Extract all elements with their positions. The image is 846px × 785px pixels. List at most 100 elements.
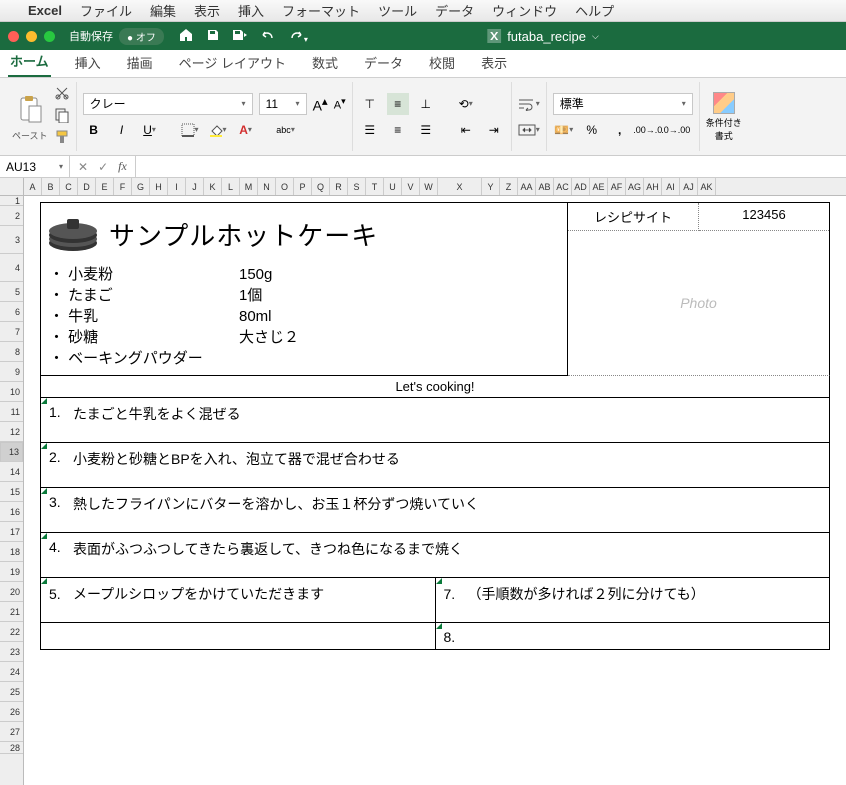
close-button[interactable] (8, 31, 19, 42)
row-header-11[interactable]: 11 (0, 402, 23, 422)
col-header-AD[interactable]: AD (572, 178, 590, 195)
currency-icon[interactable]: 💴▾ (553, 119, 575, 141)
enter-formula-icon[interactable]: ✓ (98, 160, 108, 174)
orientation-icon[interactable]: ⟲▾ (455, 93, 477, 115)
indent-increase-icon[interactable]: ⇥ (483, 119, 505, 141)
col-header-V[interactable]: V (402, 178, 420, 195)
col-header-AA[interactable]: AA (518, 178, 536, 195)
row-header-9[interactable]: 9 (0, 362, 23, 382)
row-header-10[interactable]: 10 (0, 382, 23, 402)
font-color-button[interactable]: A▾ (235, 119, 257, 141)
col-header-J[interactable]: J (186, 178, 204, 195)
row-header-6[interactable]: 6 (0, 302, 23, 322)
tab-data[interactable]: データ (362, 49, 405, 77)
col-header-B[interactable]: B (42, 178, 60, 195)
row-header-4[interactable]: 4 (0, 254, 23, 282)
merge-cells-icon[interactable]: ▾ (518, 119, 540, 141)
row-header-2[interactable]: 2 (0, 206, 23, 226)
menu-help[interactable]: ヘルプ (575, 1, 614, 20)
autosave-toggle[interactable]: 自動保存 ● オフ (69, 28, 164, 45)
indent-decrease-icon[interactable]: ⇤ (455, 119, 477, 141)
row-header-23[interactable]: 23 (0, 642, 23, 662)
col-header-AH[interactable]: AH (644, 178, 662, 195)
row-header-19[interactable]: 19 (0, 562, 23, 582)
row-header-27[interactable]: 27 (0, 722, 23, 742)
row-header-21[interactable]: 21 (0, 602, 23, 622)
menu-data[interactable]: データ (435, 1, 474, 20)
tab-draw[interactable]: 描画 (125, 49, 155, 77)
menu-file[interactable]: ファイル (80, 1, 132, 20)
row-header-24[interactable]: 24 (0, 662, 23, 682)
document-title[interactable]: futaba_recipe ⌵ (247, 29, 599, 44)
minimize-button[interactable] (26, 31, 37, 42)
italic-button[interactable]: I (111, 119, 133, 141)
fill-color-button[interactable]: ▾ (207, 119, 229, 141)
col-header-K[interactable]: K (204, 178, 222, 195)
col-header-S[interactable]: S (348, 178, 366, 195)
cancel-formula-icon[interactable]: ✕ (78, 160, 88, 174)
row-header-13[interactable]: 13 (0, 442, 23, 462)
row-header-7[interactable]: 7 (0, 322, 23, 342)
home-icon[interactable] (178, 27, 194, 46)
font-size-select[interactable]: 11▾ (259, 93, 307, 115)
zoom-button[interactable] (44, 31, 55, 42)
col-header-AJ[interactable]: AJ (680, 178, 698, 195)
col-header-AF[interactable]: AF (608, 178, 626, 195)
align-middle-icon[interactable]: ≡ (387, 93, 409, 115)
col-header-I[interactable]: I (168, 178, 186, 195)
col-header-E[interactable]: E (96, 178, 114, 195)
menu-tools[interactable]: ツール (378, 1, 417, 20)
save-icon[interactable] (206, 28, 220, 45)
col-header-N[interactable]: N (258, 178, 276, 195)
col-header-AG[interactable]: AG (626, 178, 644, 195)
menu-format[interactable]: フォーマット (282, 1, 360, 20)
menu-insert[interactable]: 挿入 (238, 1, 264, 20)
col-header-AB[interactable]: AB (536, 178, 554, 195)
cut-icon[interactable] (54, 85, 70, 104)
align-left-icon[interactable]: ☰ (359, 119, 381, 141)
select-all-corner[interactable] (0, 178, 24, 195)
wrap-text-icon[interactable]: ▾ (518, 93, 540, 115)
col-header-L[interactable]: L (222, 178, 240, 195)
comma-icon[interactable]: , (609, 119, 631, 141)
col-header-H[interactable]: H (150, 178, 168, 195)
tab-home[interactable]: ホーム (8, 47, 51, 77)
bold-button[interactable]: B (83, 119, 105, 141)
format-painter-icon[interactable] (54, 129, 70, 148)
col-header-Z[interactable]: Z (500, 178, 518, 195)
col-header-AI[interactable]: AI (662, 178, 680, 195)
col-header-O[interactable]: O (276, 178, 294, 195)
row-header-8[interactable]: 8 (0, 342, 23, 362)
row-header-25[interactable]: 25 (0, 682, 23, 702)
row-header-3[interactable]: 3 (0, 226, 23, 254)
col-header-AK[interactable]: AK (698, 178, 716, 195)
font-name-select[interactable]: クレー▾ (83, 93, 253, 115)
col-header-C[interactable]: C (60, 178, 78, 195)
row-header-1[interactable]: 1 (0, 196, 23, 206)
conditional-formatting-button[interactable]: 条件付き 書式 (706, 92, 742, 142)
col-header-U[interactable]: U (384, 178, 402, 195)
percent-icon[interactable]: % (581, 119, 603, 141)
col-header-W[interactable]: W (420, 178, 438, 195)
menu-view[interactable]: 表示 (194, 1, 220, 20)
row-header-5[interactable]: 5 (0, 282, 23, 302)
col-header-Y[interactable]: Y (482, 178, 500, 195)
row-header-16[interactable]: 16 (0, 502, 23, 522)
row-header-22[interactable]: 22 (0, 622, 23, 642)
col-header-R[interactable]: R (330, 178, 348, 195)
menu-edit[interactable]: 編集 (150, 1, 176, 20)
col-header-T[interactable]: T (366, 178, 384, 195)
col-header-Q[interactable]: Q (312, 178, 330, 195)
row-header-28[interactable]: 28 (0, 742, 23, 754)
row-header-15[interactable]: 15 (0, 482, 23, 502)
number-format-select[interactable]: 標準▾ (553, 93, 693, 115)
col-header-G[interactable]: G (132, 178, 150, 195)
align-top-icon[interactable]: ⊤ (359, 93, 381, 115)
copy-icon[interactable] (54, 107, 70, 126)
row-header-20[interactable]: 20 (0, 582, 23, 602)
tab-formulas[interactable]: 数式 (310, 49, 340, 77)
row-header-12[interactable]: 12 (0, 422, 23, 442)
save-as-icon[interactable] (232, 28, 248, 45)
worksheet[interactable]: サンプルホットケーキ ・ 小麦粉150g・ たまご1個・ 牛乳80ml・ 砂糖大… (24, 196, 846, 785)
tab-view[interactable]: 表示 (479, 49, 509, 77)
